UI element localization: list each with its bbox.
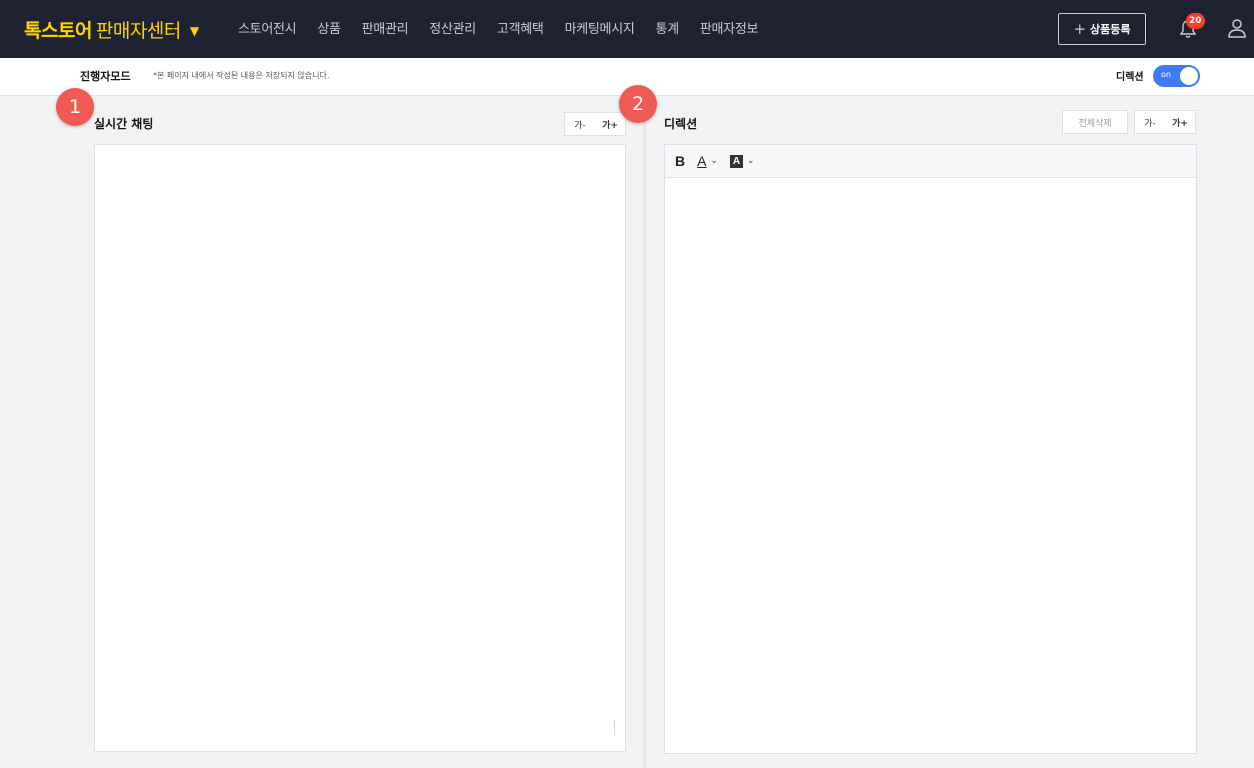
annotation-marker-2: 2 (619, 85, 657, 123)
text-color-button[interactable]: A ⌄ (697, 153, 718, 169)
background-color-icon: A (730, 154, 744, 168)
text-color-icon: A (697, 153, 707, 169)
brand-primary: 톡스토어 (24, 19, 92, 42)
direction-font-decrease-button[interactable]: 가- (1135, 111, 1165, 133)
user-icon[interactable] (1226, 17, 1248, 39)
mode-note: *본 페이지 내에서 작성된 내용은 저장되지 않습니다. (153, 71, 330, 80)
nav-item-customer-benefits[interactable]: 고객혜택 (497, 18, 544, 37)
brand-secondary: 판매자센터 (95, 19, 181, 42)
chat-font-increase-button[interactable]: 가+ (595, 113, 625, 135)
direction-panel-title: 디렉션 (664, 117, 698, 131)
chat-area[interactable] (94, 144, 626, 752)
toggle-state-label: on (1161, 70, 1171, 79)
chevron-down-icon: ⌄ (747, 156, 755, 166)
notification-badge: 20 (1186, 13, 1205, 29)
chevron-down-icon: ⌄ (710, 156, 719, 166)
top-navigation-bar: 톡스토어 판매자센터 ▼ 스토어전시 상품 판매관리 정산관리 고객혜택 마케팅… (0, 0, 1254, 58)
register-product-button[interactable]: + 상품등록 (1058, 13, 1146, 45)
background-color-button[interactable]: A ⌄ (730, 154, 755, 168)
chat-panel-title: 실시간 채팅 (94, 117, 154, 131)
mode-title: 진행자모드 (80, 70, 131, 83)
brand-logo[interactable]: 톡스토어 판매자센터 ▼ (24, 16, 199, 42)
direction-editor: B A ⌄ A ⌄ (664, 144, 1197, 754)
nav-item-statistics[interactable]: 통계 (656, 18, 680, 37)
nav-item-products[interactable]: 상품 (317, 18, 341, 37)
annotation-marker-1: 1 (56, 88, 94, 126)
direction-font-size-controls: 가- 가+ (1134, 110, 1196, 134)
chat-font-size-controls: 가- 가+ (564, 112, 626, 136)
direction-font-increase-button[interactable]: 가+ (1165, 111, 1195, 133)
nav-item-store-display[interactable]: 스토어전시 (238, 18, 297, 37)
register-product-label: 상품등록 (1090, 23, 1131, 36)
plus-icon: + (1073, 20, 1087, 38)
chat-scrollbar[interactable] (614, 720, 615, 734)
panel-divider (643, 96, 646, 768)
nav-item-marketing-message[interactable]: 마케팅메시지 (565, 18, 635, 37)
brand-dropdown-icon[interactable]: ▼ (190, 24, 199, 38)
toggle-knob (1180, 67, 1198, 85)
chat-font-decrease-button[interactable]: 가- (565, 113, 595, 135)
clear-all-button[interactable]: 전체삭제 (1062, 110, 1128, 134)
main-nav: 스토어전시 상품 판매관리 정산관리 고객혜택 마케팅메시지 통계 판매자정보 (238, 18, 779, 37)
bold-button[interactable]: B (675, 153, 685, 169)
direction-toggle[interactable]: on (1153, 65, 1200, 87)
editor-toolbar: B A ⌄ A ⌄ (665, 145, 1196, 178)
direction-toggle-label: 디렉션 (1116, 72, 1144, 83)
nav-item-settlement[interactable]: 정산관리 (429, 18, 476, 37)
editor-content-area[interactable] (665, 179, 1196, 753)
nav-item-sales[interactable]: 판매관리 (362, 18, 409, 37)
nav-item-seller-info[interactable]: 판매자정보 (700, 18, 759, 37)
